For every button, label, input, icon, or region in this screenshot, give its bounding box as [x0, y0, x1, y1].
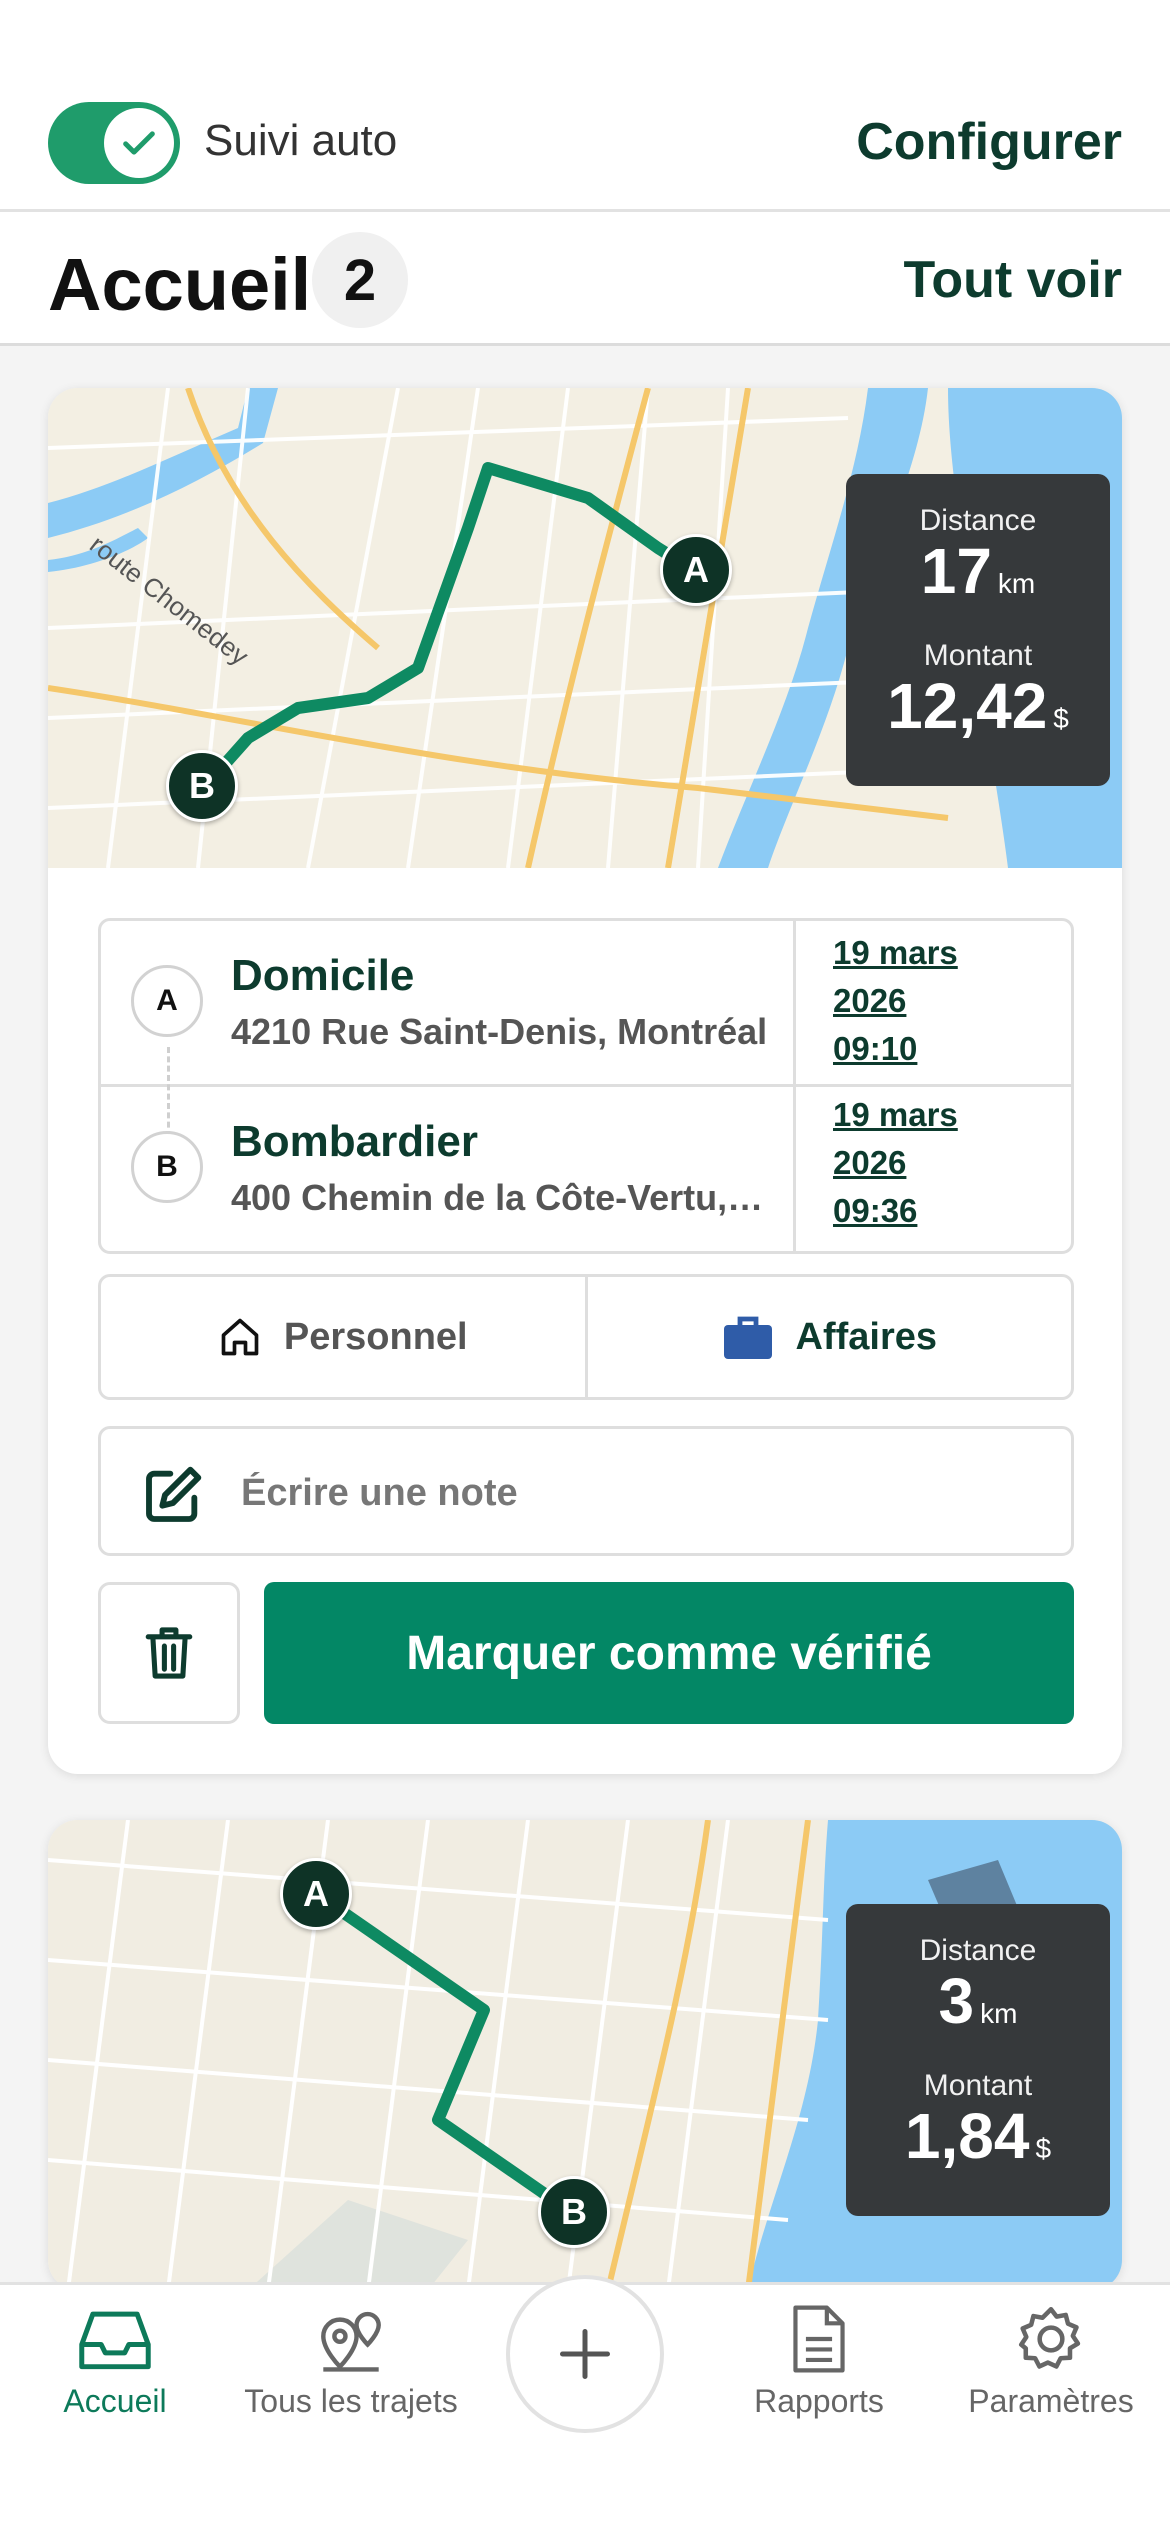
amount-label: Montant — [923, 639, 1033, 672]
auto-tracking-toggle[interactable] — [48, 102, 180, 184]
delete-trip-button[interactable] — [98, 1582, 240, 1724]
end-waypoint-badge: B — [131, 1131, 203, 1203]
distance-value: 3 km — [938, 1965, 1018, 2037]
start-marker: A — [660, 534, 732, 606]
distance-label: Distance — [919, 1934, 1037, 1967]
trip-card: route Chomedey A B Distance 17 km Montant… — [48, 388, 1122, 1774]
trip-card: A B Distance 3 km Montant 1,84 $ — [48, 1820, 1122, 2290]
edit-note-icon — [146, 1466, 202, 1522]
divider — [793, 921, 796, 1251]
note-field[interactable] — [98, 1426, 1074, 1556]
amount-value: 12,42 $ — [887, 670, 1069, 742]
page-title: Accueil — [48, 243, 312, 326]
check-icon — [123, 131, 155, 155]
route-connector — [167, 1047, 170, 1137]
gear-icon — [1018, 2306, 1081, 2369]
toggle-knob — [104, 108, 174, 178]
category-selector: Personnel Affaires — [98, 1274, 1074, 1400]
configure-link[interactable]: Configurer — [856, 112, 1122, 172]
trip-map[interactable]: route Chomedey A B Distance 17 km Montant… — [48, 388, 1122, 868]
business-category-button[interactable]: Affaires — [588, 1277, 1072, 1397]
home-icon — [221, 1318, 259, 1356]
amount-value: 1,84 $ — [904, 2100, 1052, 2172]
briefcase-icon — [723, 1316, 772, 1359]
distance-value: 17 km — [920, 535, 1036, 607]
personal-category-button[interactable]: Personnel — [101, 1277, 588, 1397]
route-details: A B Domicile 4210 Rue Saint-Denis, Montr… — [98, 918, 1074, 1254]
nav-all-trips[interactable]: Tous les trajets — [236, 2305, 466, 2420]
end-marker: B — [538, 2176, 610, 2248]
trash-icon — [145, 1627, 193, 1679]
end-marker: B — [166, 750, 238, 822]
nav-home[interactable]: Accueil — [0, 2305, 230, 2420]
inbox-icon — [79, 2311, 151, 2370]
trip-count-badge: 2 — [312, 232, 408, 328]
trip-stats-panel: Distance 3 km Montant 1,84 $ — [846, 1904, 1110, 2216]
bottom-navigation: Accueil Tous les trajets Rapports Paramè… — [0, 2275, 1170, 2532]
start-waypoint-badge: A — [131, 965, 203, 1037]
start-place-address: 4210 Rue Saint-Denis, Montréal — [231, 1011, 768, 1052]
end-datetime-link[interactable]: 19 mars 2026 09:36 — [833, 1091, 1063, 1235]
plus-icon — [560, 2329, 610, 2379]
trip-map[interactable]: A B Distance 3 km Montant 1,84 $ — [48, 1820, 1122, 2290]
start-datetime-link[interactable]: 19 mars 2026 09:10 — [833, 929, 1063, 1073]
nav-reports[interactable]: Rapports — [704, 2305, 934, 2420]
top-bar: Suivi auto Configurer — [0, 0, 1170, 212]
trip-stats-panel: Distance 17 km Montant 12,42 $ — [846, 474, 1110, 786]
auto-tracking-label: Suivi auto — [204, 116, 398, 165]
home-header: Accueil 2 Tout voir — [0, 212, 1170, 346]
start-marker: A — [280, 1858, 352, 1930]
end-place-name: Bombardier — [231, 1117, 478, 1166]
divider — [101, 1084, 1071, 1087]
note-input[interactable] — [241, 1463, 1041, 1523]
start-place-name: Domicile — [231, 951, 415, 1000]
map-pins-icon — [321, 2311, 381, 2372]
end-place-address: 400 Chemin de la Côte-Vertu, Montréal — [231, 1177, 771, 1218]
add-trip-button[interactable] — [506, 2275, 664, 2433]
document-icon — [793, 2305, 845, 2373]
mark-verified-button[interactable]: Marquer comme vérifié — [264, 1582, 1074, 1724]
amount-label: Montant — [923, 2069, 1033, 2102]
nav-settings[interactable]: Paramètres — [936, 2305, 1166, 2420]
distance-label: Distance — [919, 504, 1037, 537]
see-all-link[interactable]: Tout voir — [903, 250, 1122, 310]
